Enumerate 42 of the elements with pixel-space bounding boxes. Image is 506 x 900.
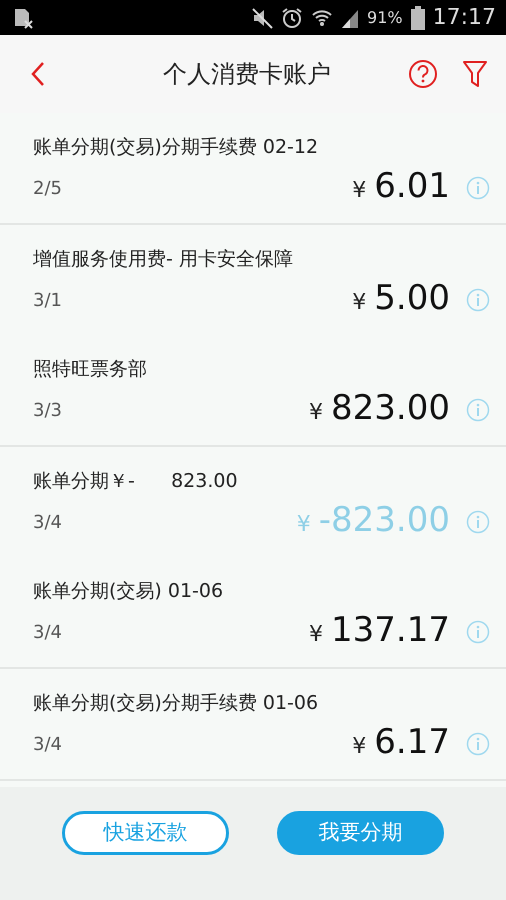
info-icon[interactable] xyxy=(466,510,490,534)
info-icon[interactable] xyxy=(466,398,490,422)
transaction-date: 3/4 xyxy=(33,510,62,534)
transaction-amount: 6.17 xyxy=(374,725,450,759)
info-icon[interactable] xyxy=(466,176,490,200)
currency-symbol: ¥ xyxy=(352,177,366,205)
transaction-amount: 5.00 xyxy=(374,281,450,315)
transaction-date: 3/4 xyxy=(33,620,62,644)
transaction-date: 3/4 xyxy=(33,732,62,756)
sim-card-icon xyxy=(12,6,34,28)
transaction-title: 账单分期(交易)分期手续费 01-06 xyxy=(33,691,318,716)
transaction-date: 3/3 xyxy=(33,398,62,422)
repay-button[interactable]: 快速还款 xyxy=(62,811,229,855)
battery-icon xyxy=(410,6,425,30)
help-icon[interactable] xyxy=(408,59,438,89)
mute-icon xyxy=(251,6,274,28)
transaction-date: 3/1 xyxy=(33,288,62,312)
info-icon[interactable] xyxy=(466,732,490,756)
transaction-date: 2/5 xyxy=(33,176,62,200)
currency-symbol: ¥ xyxy=(352,289,366,317)
back-icon[interactable] xyxy=(30,61,46,87)
alarm-icon xyxy=(281,6,304,28)
installment-button[interactable]: 我要分期 xyxy=(277,811,444,855)
transaction-title: 账单分期(交易)分期手续费 02-12 xyxy=(33,135,318,160)
battery-percentage: 91% xyxy=(367,6,403,28)
currency-symbol: ¥ xyxy=(352,733,366,761)
transaction-title: 账单分期￥- 823.00 xyxy=(33,469,238,494)
transaction-title: 账单分期(交易) 01-06 xyxy=(33,579,224,604)
transaction-amount: 137.17 xyxy=(331,613,450,647)
currency-symbol: ¥ xyxy=(309,621,324,649)
currency-symbol: ¥ xyxy=(296,511,311,539)
clock: 17:17 xyxy=(432,4,496,32)
transaction-title: 照特旺票务部 xyxy=(33,357,147,382)
filter-icon[interactable] xyxy=(462,59,488,89)
info-icon[interactable] xyxy=(466,288,490,312)
transaction-amount: 6.01 xyxy=(374,169,450,203)
page-title: 个人消费卡账户 xyxy=(163,60,331,88)
info-icon[interactable] xyxy=(466,620,490,644)
transaction-amount: 823.00 xyxy=(331,391,450,425)
transaction-title: 增值服务使用费- 用卡安全保障 xyxy=(33,247,293,272)
currency-symbol: ¥ xyxy=(309,399,324,427)
transaction-amount: -823.00 xyxy=(318,503,450,537)
